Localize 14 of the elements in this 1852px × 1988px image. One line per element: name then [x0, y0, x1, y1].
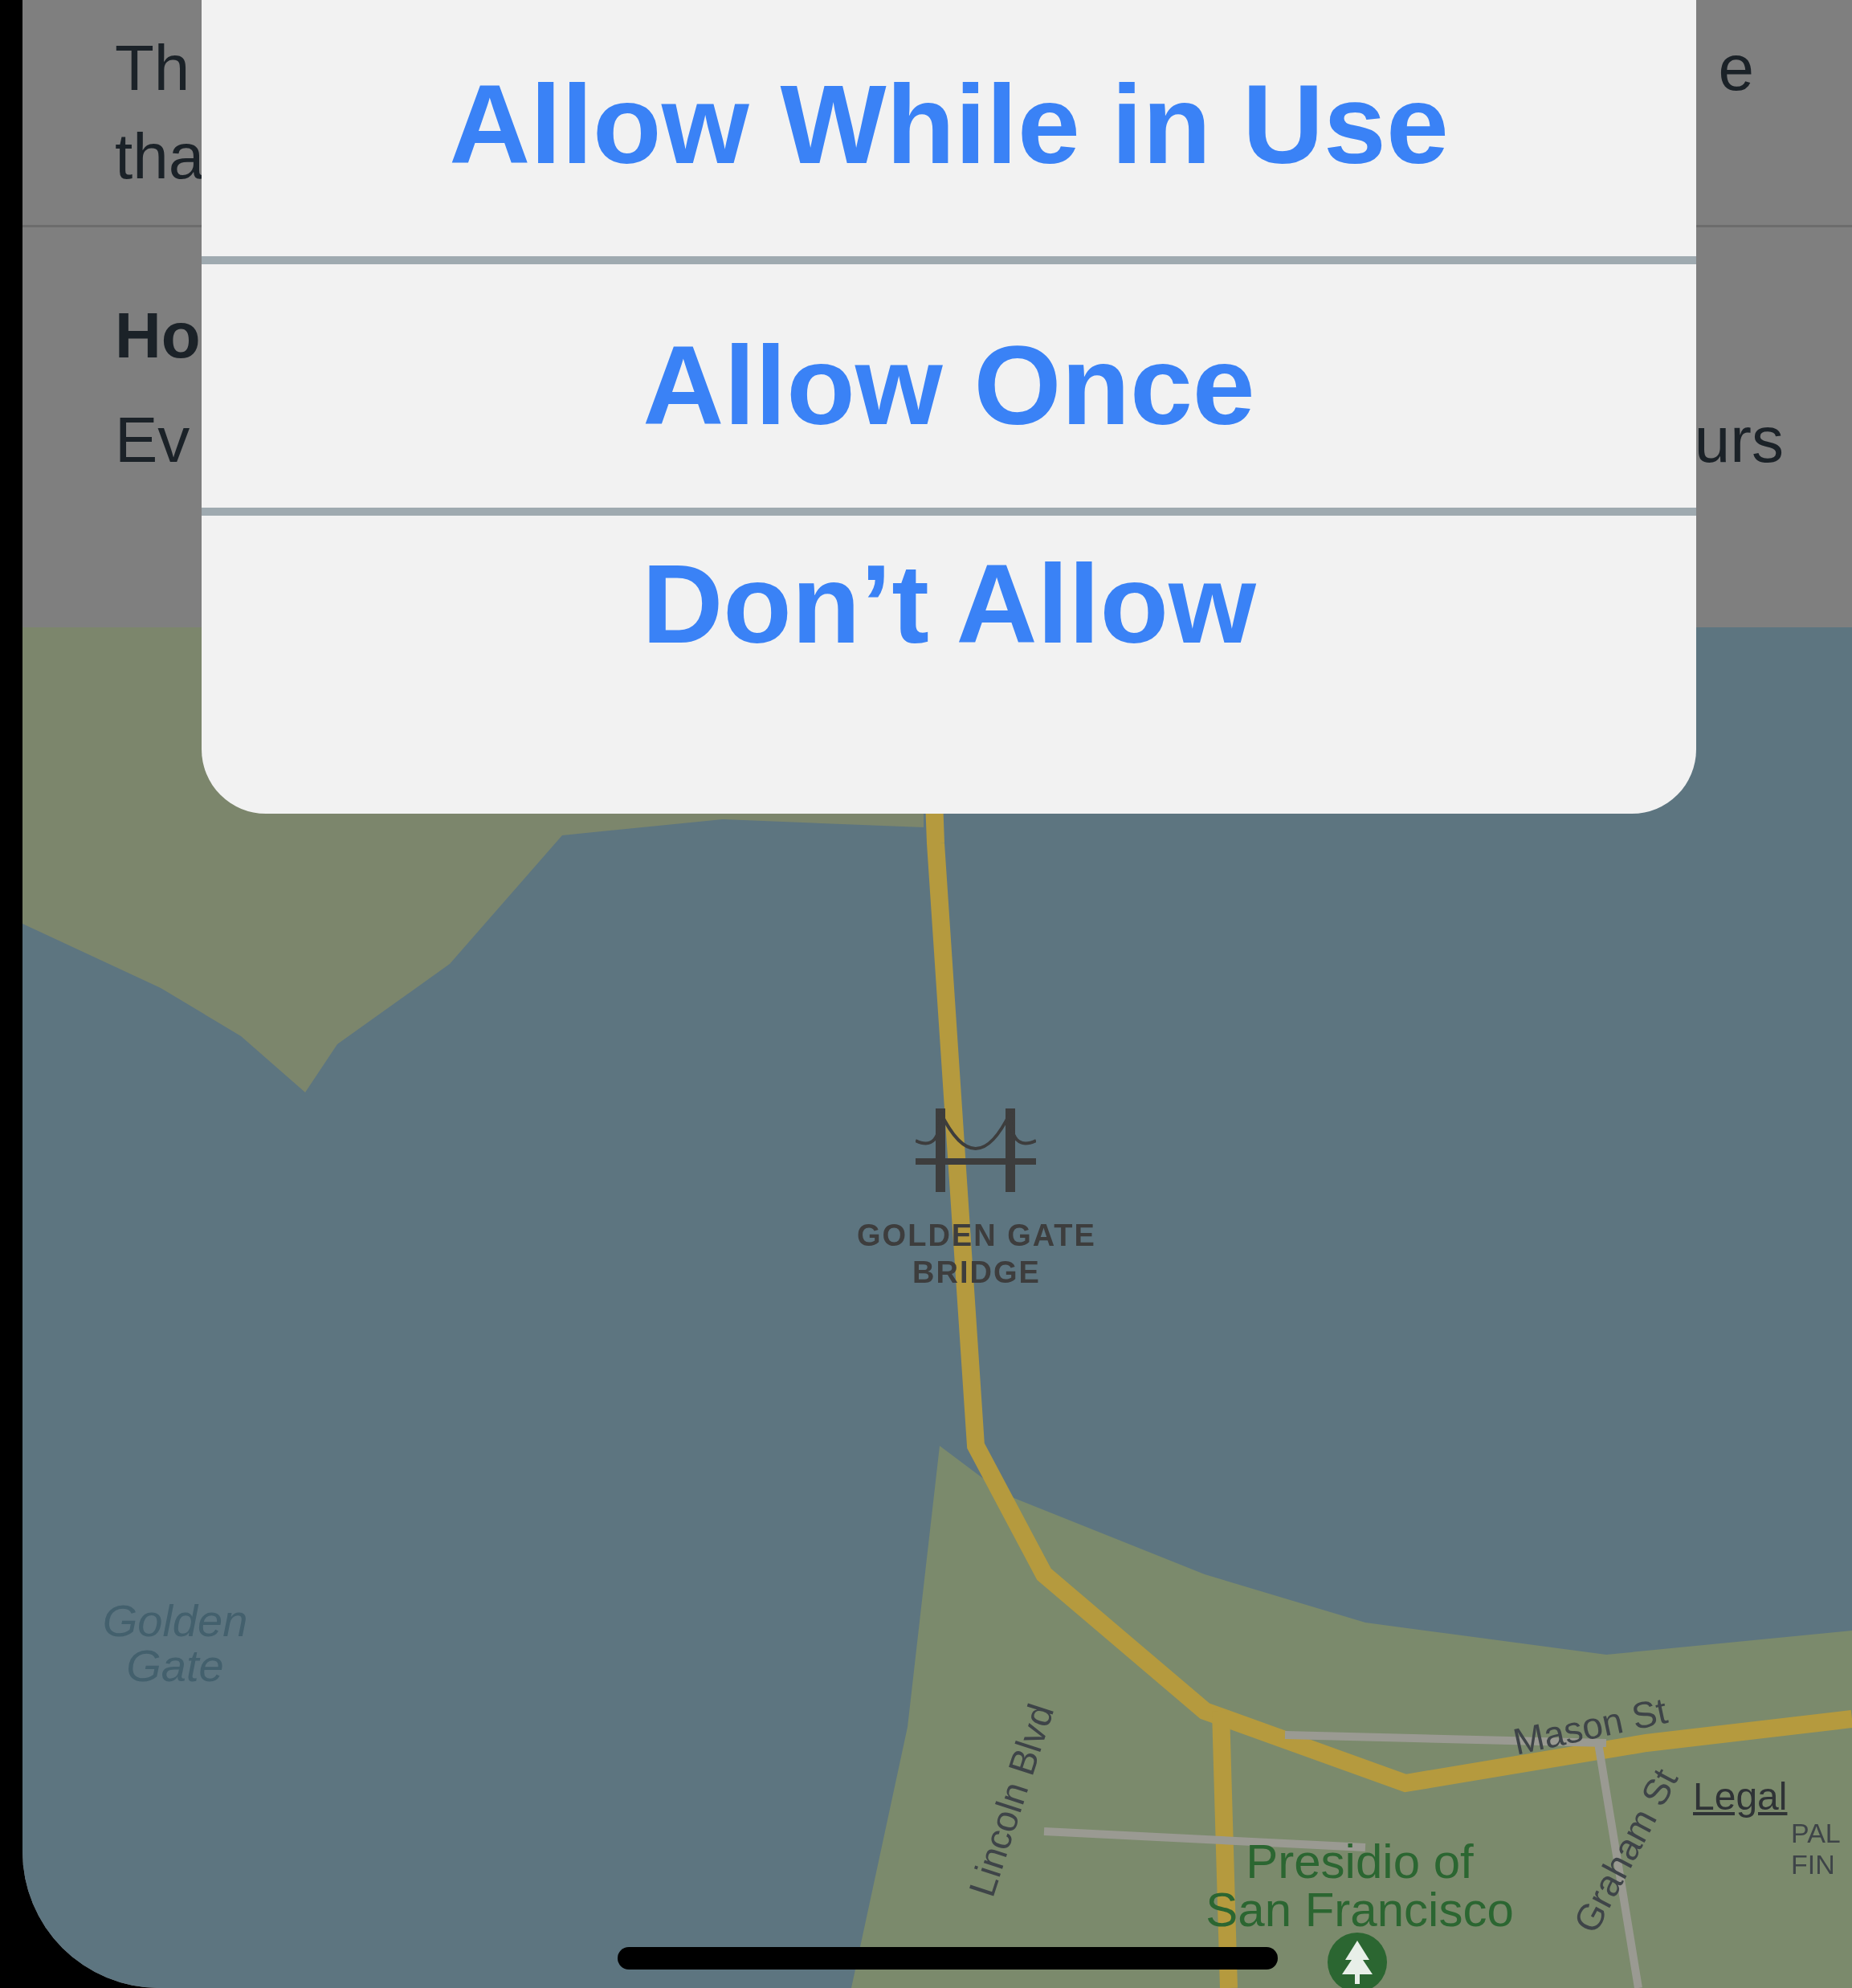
bridge-icon	[916, 1108, 1036, 1192]
legal-link[interactable]: Legal	[1693, 1768, 1788, 1826]
street-label: Mason St	[1510, 1692, 1670, 1761]
description-text: e	[1718, 31, 1754, 105]
alert-button[interactable]: Allow Once	[202, 264, 1696, 508]
district-label: PAL FIN	[1791, 1818, 1841, 1881]
tree-icon	[1328, 1933, 1387, 1988]
hours-time: urs	[1694, 408, 1784, 472]
alert-button[interactable]: Don’t Allow	[202, 515, 1696, 814]
street-label: Lincoln Blvd	[962, 1699, 1060, 1901]
hours-day: Ev	[115, 408, 190, 472]
park-label: Presidio of San Francisco	[1205, 1838, 1515, 1934]
hours-heading: Ho	[115, 304, 202, 368]
description-text: Th	[115, 31, 190, 105]
